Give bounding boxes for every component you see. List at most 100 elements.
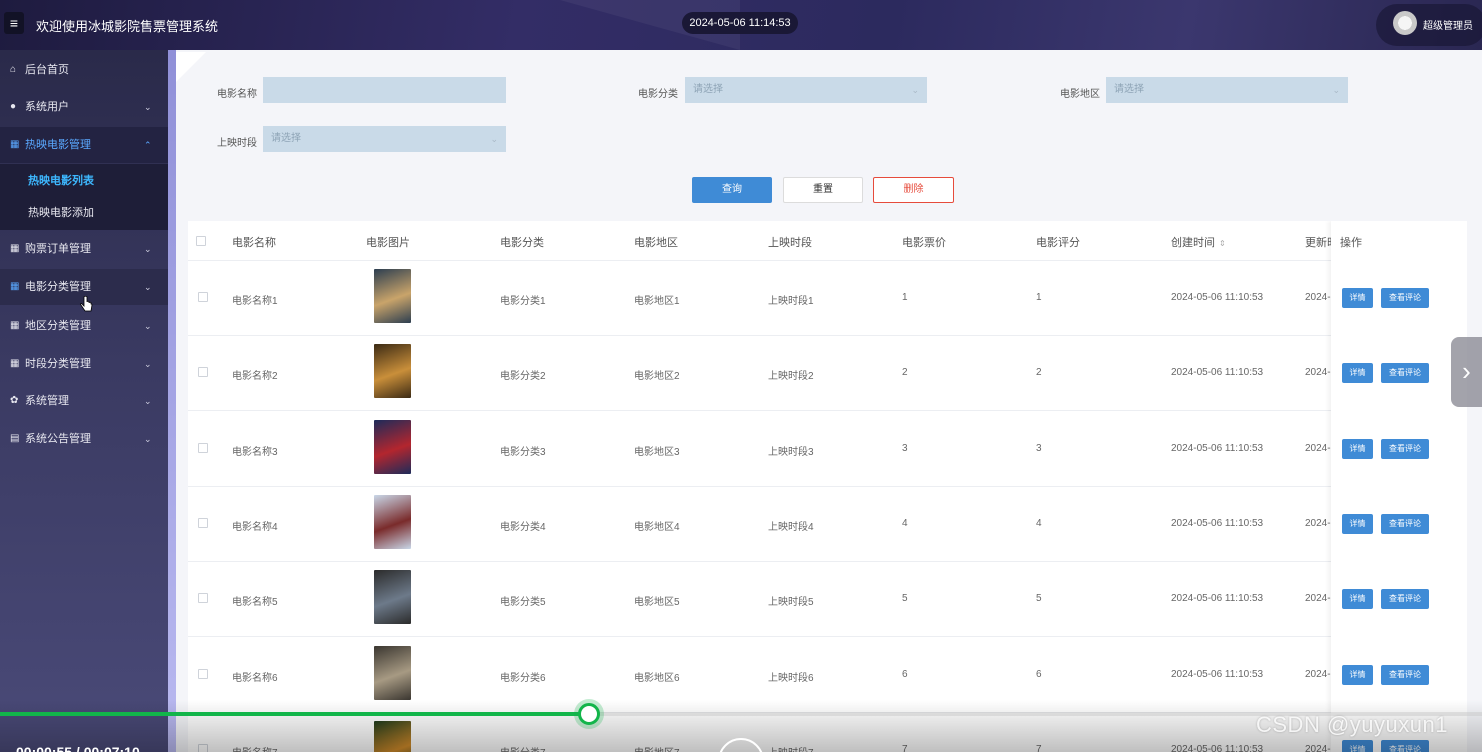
time-slot-label: 上映时段 — [217, 138, 257, 149]
movie-name-cell: 电影名称5 — [232, 597, 278, 609]
progress-knob[interactable] — [578, 703, 600, 725]
chevron-down-icon: ⌄ — [144, 396, 152, 406]
sidebar-item-system[interactable]: ✿ 系统管理 ⌄ — [0, 383, 168, 419]
row-checkbox[interactable] — [198, 292, 208, 302]
column-header: 电影地区 — [634, 237, 678, 249]
watermark: CSDN @yuyuxun1 — [1256, 712, 1448, 737]
app-title: 欢迎使用冰城影院售票管理系统 — [36, 19, 219, 34]
movie-poster-image[interactable] — [374, 269, 411, 323]
time-slot-cell: 上映时段6 — [768, 672, 814, 684]
created-time-cell: 2024-05-06 11:10:53 — [1171, 367, 1264, 379]
movie-region-cell: 电影地区4 — [634, 521, 680, 533]
table-row: 电影名称5 电影分类5 电影地区5 上映时段5 5 5 2024-05-06 11:10:5… — [188, 562, 1467, 638]
operations-column: 操作 详情查看评论详情查看评论详情查看评论详情查看评论详情查看评论详情查看评论详… — [1331, 221, 1467, 752]
movie-category-select[interactable]: 请选择 ⌄ — [685, 77, 927, 103]
detail-button[interactable]: 详情 — [1342, 363, 1373, 384]
movie-region-cell: 电影地区5 — [634, 597, 680, 609]
detail-button[interactable]: 详情 — [1342, 513, 1373, 534]
column-header: 电影名称 — [232, 237, 276, 249]
movie-category-cell: 电影分类1 — [500, 296, 546, 307]
updated-time-cell: 2024-( — [1305, 517, 1334, 529]
grid-icon: ▦ — [10, 243, 20, 254]
ticket-price-cell: 2 — [902, 367, 908, 379]
avatar[interactable] — [1393, 11, 1417, 35]
sidebar-item-label: 系统公告管理 — [25, 433, 91, 445]
query-button[interactable]: 查询 — [692, 177, 772, 203]
menu-toggle-icon[interactable]: ≡ — [4, 12, 24, 34]
movie-category-cell: 电影分类5 — [500, 597, 546, 609]
sidebar-edge — [168, 50, 176, 752]
table-row: 电影名称4 电影分类4 电影地区4 上映时段4 4 4 2024-05-06 11:10:5… — [188, 487, 1467, 562]
movie-category-label: 电影分类 — [638, 89, 678, 100]
updated-time-cell: 2024-( — [1305, 593, 1334, 605]
movie-poster-image[interactable] — [374, 570, 411, 625]
column-header: 电影票价 — [902, 237, 946, 249]
movie-score-cell: 5 — [1036, 593, 1042, 605]
delete-button[interactable]: 删除 — [873, 177, 954, 203]
movie-poster-image[interactable] — [374, 419, 411, 474]
sidebar-subitem-label: 热映电影列表 — [28, 175, 94, 187]
row-checkbox[interactable] — [198, 442, 208, 453]
sidebar-item-notices[interactable]: ▤ 系统公告管理 ⌄ — [0, 421, 168, 457]
view-comments-button[interactable]: 查看评论 — [1381, 513, 1429, 534]
view-comments-button[interactable]: 查看评论 — [1381, 288, 1429, 308]
sidebar-item-label: 系统用户 — [25, 101, 69, 113]
detail-button[interactable]: 详情 — [1342, 438, 1373, 459]
chevron-down-icon: ⌄ — [490, 134, 498, 144]
select-all-checkbox[interactable] — [196, 236, 206, 246]
detail-button[interactable]: 详情 — [1342, 589, 1373, 610]
movie-poster-image[interactable] — [374, 645, 411, 700]
view-comments-button[interactable]: 查看评论 — [1381, 664, 1429, 685]
detail-button[interactable]: 详情 — [1342, 288, 1373, 308]
movie-region-cell: 电影地区3 — [634, 446, 680, 458]
sidebar-item-time-slots[interactable]: ▦ 时段分类管理 ⌄ — [0, 346, 168, 382]
movie-poster-image[interactable] — [374, 344, 411, 399]
sidebar-item-label: 购票订单管理 — [25, 243, 91, 255]
column-header-sortable[interactable]: 创建时间 ⇕ — [1171, 234, 1226, 250]
sidebar-item-label: 热映电影管理 — [25, 139, 91, 151]
user-name[interactable]: 超级管理员 — [1423, 17, 1473, 32]
reset-button[interactable]: 重置 — [783, 177, 863, 203]
sidebar-item-movies[interactable]: ▦ 热映电影管理 ⌃ — [0, 127, 168, 163]
movie-name-input[interactable] — [263, 77, 506, 103]
grid-icon: ▦ — [10, 139, 20, 150]
view-comments-button[interactable]: 查看评论 — [1381, 363, 1429, 384]
created-time-cell: 2024-05-06 11:10:53 — [1171, 292, 1264, 303]
playback-time: 00:00:55 / 00:07:10 — [16, 744, 140, 752]
chevron-right-icon[interactable]: › — [1451, 337, 1482, 407]
ticket-price-cell: 1 — [902, 292, 908, 303]
row-checkbox[interactable] — [198, 668, 208, 679]
row-checkbox[interactable] — [198, 593, 208, 604]
view-comments-button[interactable]: 查看评论 — [1381, 589, 1429, 610]
detail-button[interactable]: 详情 — [1342, 664, 1373, 685]
table-header: 电影名称 电影图片 电影分类 电影地区 上映时段 电影票价 电影评分 创建时间 ⇕… — [188, 221, 1467, 261]
created-time-cell: 2024-05-06 11:10:53 — [1171, 517, 1264, 529]
page-corner-decoration — [176, 52, 206, 82]
movie-poster-image[interactable] — [374, 494, 411, 549]
column-header-label: 创建时间 — [1171, 237, 1215, 249]
view-comments-button[interactable]: 查看评论 — [1381, 438, 1429, 459]
chevron-up-icon: ⌃ — [144, 140, 152, 150]
movie-region-cell: 电影地区6 — [634, 672, 680, 684]
row-checkbox[interactable] — [198, 517, 208, 528]
movie-category-cell: 电影分类4 — [500, 521, 546, 533]
column-header: 操作 — [1340, 237, 1362, 249]
row-checkbox[interactable] — [198, 367, 208, 378]
time-slot-select[interactable]: 请选择 ⌄ — [263, 126, 506, 152]
sidebar-subitem-movie-add[interactable]: 热映电影添加 — [0, 197, 168, 229]
sidebar-item-home[interactable]: ⌂ 后台首页 — [0, 52, 168, 88]
sort-icon[interactable]: ⇕ — [1219, 239, 1226, 248]
datetime-display: 2024-05-06 11:14:53 — [682, 12, 798, 34]
movie-region-select[interactable]: 请选择 ⌄ — [1106, 77, 1348, 103]
updated-time-cell: 2024-( — [1305, 367, 1334, 379]
hand-cursor-icon — [80, 296, 93, 312]
sidebar-item-system-users[interactable]: ● 系统用户 ⌄ — [0, 89, 168, 125]
ticket-price-cell: 4 — [902, 517, 908, 529]
sidebar-item-orders[interactable]: ▦ 购票订单管理 ⌄ — [0, 231, 168, 267]
time-slot-cell: 上映时段1 — [768, 296, 814, 307]
sidebar-item-label: 时段分类管理 — [25, 358, 91, 370]
movie-score-cell: 4 — [1036, 517, 1042, 529]
sidebar-subitem-movie-list[interactable]: 热映电影列表 — [0, 165, 168, 197]
time-slot-cell: 上映时段5 — [768, 597, 814, 609]
time-slot-cell: 上映时段3 — [768, 446, 814, 458]
